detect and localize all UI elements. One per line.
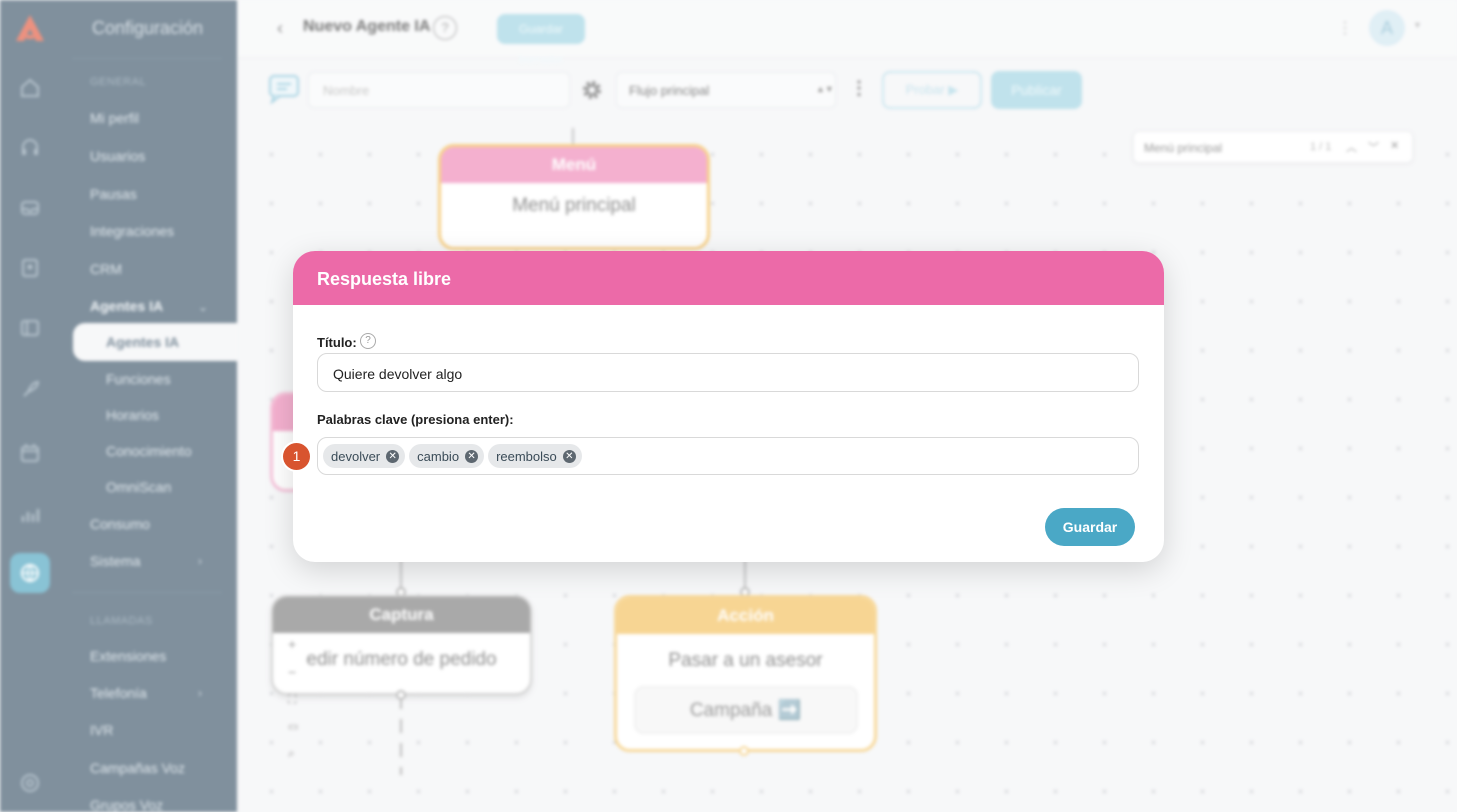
remove-tag-icon[interactable]: ✕	[465, 449, 479, 463]
remove-tag-icon[interactable]: ✕	[386, 449, 400, 463]
save-button[interactable]: Guardar	[1045, 508, 1135, 546]
step-marker: 1	[283, 443, 310, 470]
modal-title: Respuesta libre	[293, 251, 1164, 305]
keyword-tag: devolver ✕	[323, 444, 406, 468]
tag-label: devolver	[331, 448, 381, 464]
respuesta-libre-modal: Respuesta libre Título: ? Quiere devolve…	[293, 251, 1164, 562]
keyword-tag: reembolso ✕	[488, 444, 582, 468]
help-icon[interactable]: ?	[360, 333, 376, 349]
title-label: Título:	[317, 335, 357, 350]
remove-tag-icon[interactable]: ✕	[562, 449, 576, 463]
tag-label: reembolso	[496, 448, 557, 464]
keywords-label: Palabras clave (presiona enter):	[317, 412, 514, 427]
keyword-tag: cambio ✕	[409, 444, 485, 468]
keywords-input[interactable]: devolver ✕ cambio ✕ reembolso ✕	[317, 437, 1139, 475]
tag-label: cambio	[417, 448, 460, 464]
title-input[interactable]: Quiere devolver algo	[317, 353, 1139, 392]
